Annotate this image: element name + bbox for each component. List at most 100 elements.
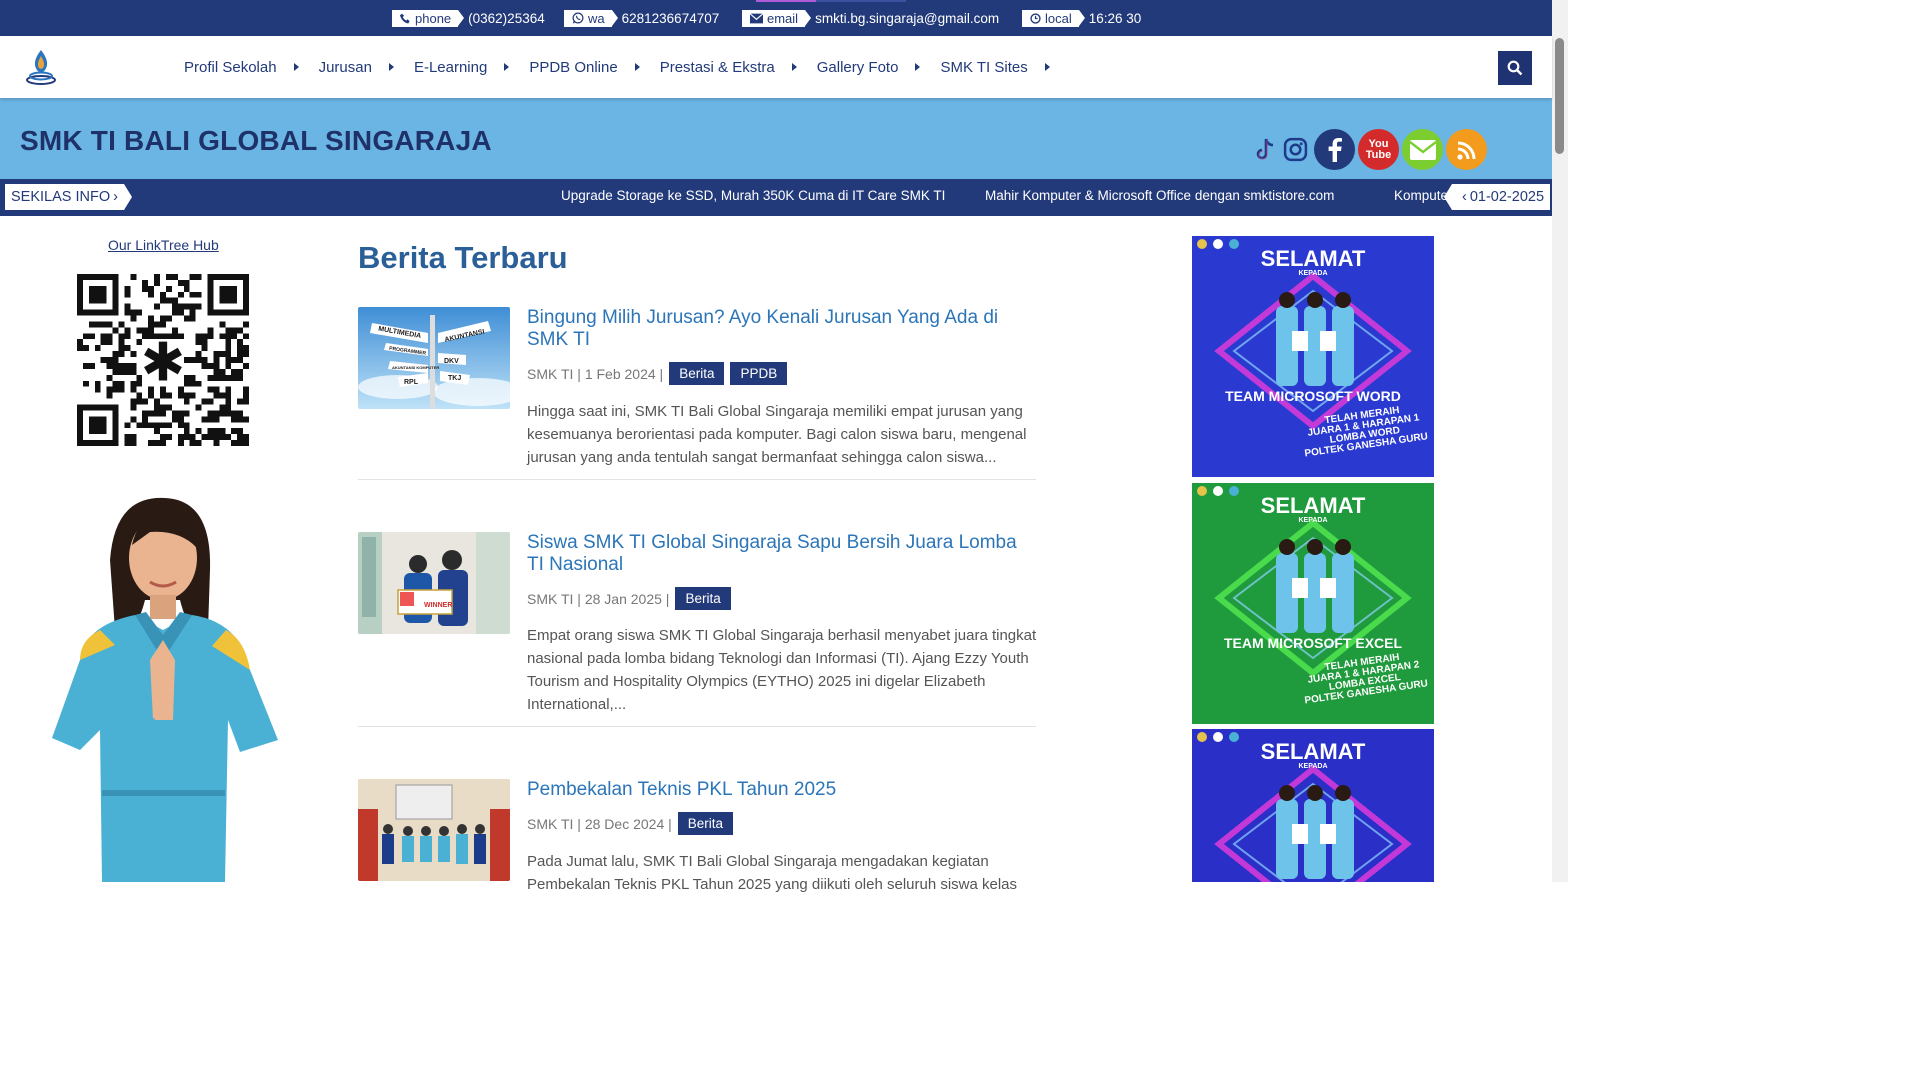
poster-team: TEAM MICROSOFT WORD xyxy=(1225,388,1401,404)
nav-item[interactable]: Gallery Foto xyxy=(817,59,921,76)
sign-label: WINNER xyxy=(424,602,452,609)
tiktok-link[interactable] xyxy=(1252,129,1278,170)
student-mascot-image xyxy=(40,490,290,882)
sign-label: AKUNTANSI KOMPUTER xyxy=(392,365,439,370)
top-contact-bar: phone (0362)25364 wa 6281236674707 email… xyxy=(0,0,1552,36)
search-button[interactable] xyxy=(1498,51,1532,85)
tag-badge[interactable]: Berita xyxy=(669,362,725,385)
caret-right-icon xyxy=(915,63,921,71)
post-meta: SMK TI | 28 Dec 2024 | Berita xyxy=(527,812,734,835)
logo-icon xyxy=(26,50,56,85)
nav-item[interactable]: E-Learning xyxy=(413,58,510,76)
sign-label: RPL xyxy=(404,379,419,386)
post-author-date: SMK TI | 28 Jan 2025 | xyxy=(527,590,670,607)
email-link[interactable] xyxy=(1402,129,1443,170)
facebook-link[interactable] xyxy=(1314,129,1355,170)
whatsapp-icon xyxy=(572,12,584,24)
tag-badge[interactable]: Berita xyxy=(675,587,731,610)
nav-item-label: PPDB Online xyxy=(529,58,618,76)
email-tag: email xyxy=(742,9,812,27)
post-excerpt: Hingga saat ini, SMK TI Bali Global Sing… xyxy=(527,403,1027,466)
post-excerpt: Pada Jumat lalu, SMK TI Bali Global Sing… xyxy=(527,853,1018,893)
qr-code-image: ✱ xyxy=(77,274,249,446)
local-tag: local xyxy=(1022,9,1085,27)
post-excerpt: Empat orang siswa SMK TI Global Singaraj… xyxy=(527,627,1037,713)
instagram-link[interactable] xyxy=(1281,129,1309,170)
nav-item[interactable]: PPDB Online xyxy=(529,58,640,76)
sign-label: DKV xyxy=(444,358,459,365)
nav-item-label: Profil Sekolah xyxy=(184,58,277,76)
achievement-poster[interactable]: SELAMAT KEPADA TEAM MICROSOFT WORD TELAH ME… xyxy=(1192,236,1434,477)
post-thumbnail[interactable] xyxy=(358,779,510,881)
achievement-poster[interactable]: SELAMAT KEPADA TEAM MICROSOFT EXCEL TELAH M… xyxy=(1192,483,1434,724)
search-icon xyxy=(1507,60,1523,76)
poster-team: TEAM MICROSOFT EXCEL xyxy=(1223,635,1403,651)
school-logo[interactable] xyxy=(22,46,62,88)
youtube-icon: You Tube xyxy=(1365,137,1392,161)
phone-value: (0362)25364 xyxy=(468,10,545,26)
nav-item-label: E-Learning xyxy=(413,58,488,76)
post-author-date: SMK TI | 28 Dec 2024 | xyxy=(527,815,672,832)
post-title-link[interactable]: Bingung Milih Jurusan? Ayo Kenali Jurusa… xyxy=(527,307,1027,351)
envelope-icon xyxy=(750,12,763,23)
tag-badge[interactable]: Berita xyxy=(677,812,734,835)
ticker-item[interactable]: Upgrade Storage ke SSD, Murah 350K Cuma … xyxy=(561,188,945,203)
caret-right-icon xyxy=(791,63,797,71)
post-title-link[interactable]: Pembekalan Teknis PKL Tahun 2025 xyxy=(527,779,1027,801)
caret-right-icon xyxy=(293,63,299,71)
nav-menu: Profil Sekolah Jurusan E-Learning PPDB Onli… xyxy=(184,36,1070,98)
nav-item[interactable]: Profil Sekolah xyxy=(184,59,299,76)
tiktok-icon xyxy=(1256,138,1274,159)
poster-title: SELAMAT xyxy=(1260,739,1366,764)
phone-contact[interactable]: phone (0362)25364 xyxy=(392,9,545,27)
youtube-link[interactable]: You Tube xyxy=(1358,129,1399,170)
ticker-item[interactable]: Mahir Komputer & Microsoft Office dengan… xyxy=(985,188,1334,203)
news-post: Pembekalan Teknis PKL Tahun 2025 SMK TI … xyxy=(358,779,1036,893)
rss-icon xyxy=(1456,141,1475,160)
ticker-label: SEKILAS INFO › xyxy=(5,184,132,210)
instagram-icon xyxy=(1283,137,1307,162)
scrollbar-thumb[interactable] xyxy=(1555,38,1564,154)
post-thumbnail[interactable]: WINNER xyxy=(358,532,510,634)
caret-right-icon xyxy=(634,63,640,71)
divider xyxy=(358,726,1036,727)
email-contact[interactable]: email smkti.bg.singaraja@gmail.com xyxy=(742,9,999,27)
post-meta: SMK TI | 28 Jan 2025 | Berita xyxy=(527,587,731,610)
linktree-link[interactable]: Our LinkTree Hub xyxy=(108,237,219,253)
nav-item[interactable]: Prestasi & Ekstra xyxy=(660,59,797,76)
phone-tag: phone xyxy=(392,9,465,27)
email-label: email xyxy=(767,10,799,26)
news-post: WINNER Siswa SMK TI Global Singaraja Sap… xyxy=(358,532,1036,728)
news-post: MULTIMEDIA AKUNTANSI PROGRAMMER DKV AKUN… xyxy=(358,307,1036,481)
poster-title: SELAMAT xyxy=(1260,246,1366,271)
local-time-value: 16:26 30 xyxy=(1088,10,1142,26)
poster-title: SELAMAT xyxy=(1260,493,1366,518)
site-banner: SMK TI BALI GLOBAL SINGARAJA You Tube xyxy=(0,98,1552,180)
svg-text:✱: ✱ xyxy=(141,331,186,394)
email-value: smkti.bg.singaraja@gmail.com xyxy=(815,10,1000,26)
ticker-date: ‹ 01-02-2025 xyxy=(1443,184,1551,210)
linktree-qr-code: ✱ xyxy=(77,274,249,446)
nav-item-label: Gallery Foto xyxy=(816,58,899,76)
wa-label: wa xyxy=(588,10,605,26)
tag-badge[interactable]: PPDB xyxy=(730,362,788,385)
caret-right-icon xyxy=(388,63,394,71)
phone-icon xyxy=(400,13,410,23)
post-title-link[interactable]: Siswa SMK TI Global Singaraja Sapu Bersi… xyxy=(527,532,1027,576)
nav-item[interactable]: Jurusan xyxy=(319,59,394,76)
facebook-icon xyxy=(1328,137,1342,162)
clock-icon xyxy=(1030,12,1041,24)
nav-item[interactable]: SMK TI Sites xyxy=(940,59,1050,76)
wa-contact[interactable]: wa 6281236674707 xyxy=(564,9,719,27)
rss-link[interactable] xyxy=(1446,129,1487,170)
page-scrollbar[interactable] xyxy=(1552,0,1568,882)
post-meta: SMK TI | 1 Feb 2024 | Berita PPDB xyxy=(527,362,788,385)
caret-right-icon xyxy=(1044,63,1050,71)
wa-tag: wa xyxy=(564,9,618,27)
wa-value: 6281236674707 xyxy=(621,10,720,26)
achievement-poster[interactable]: SELAMAT KEPADA xyxy=(1192,729,1434,882)
email-icon xyxy=(1409,139,1436,160)
post-thumbnail[interactable]: MULTIMEDIA AKUNTANSI PROGRAMMER DKV AKUN… xyxy=(358,307,510,409)
phone-label: phone xyxy=(415,10,452,26)
nav-item-label: Prestasi & Ekstra xyxy=(659,58,775,76)
